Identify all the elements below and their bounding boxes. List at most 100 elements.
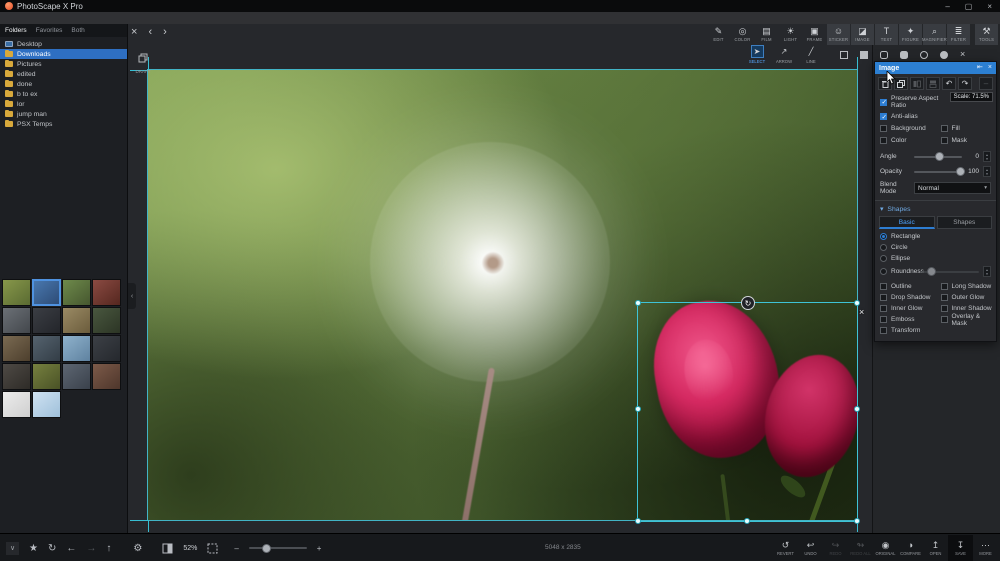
roundness-stepper[interactable]: ▴▾ xyxy=(983,266,991,277)
angle-stepper[interactable]: ▴▾ xyxy=(983,151,991,162)
effect-checkbox-row[interactable]: Inner Glow xyxy=(875,303,936,314)
zoom-out-icon[interactable]: – xyxy=(234,543,238,554)
folder-item[interactable]: Downloads xyxy=(0,49,127,59)
ellipse-filled-icon[interactable] xyxy=(940,51,948,59)
opacity-stepper[interactable]: ▴▾ xyxy=(983,166,991,177)
shape-option-ellipse[interactable]: Ellipse xyxy=(875,253,996,264)
thumbnail[interactable] xyxy=(62,307,91,334)
filter-tab[interactable]: ≣ FILTER xyxy=(947,24,970,45)
thumbnail[interactable] xyxy=(92,279,121,306)
arrow-tool[interactable]: ↗ ARROW xyxy=(774,45,794,64)
checkbox[interactable] xyxy=(880,327,887,334)
revert-button[interactable]: ↺ REVERT xyxy=(773,535,798,561)
close-subtoolbar-icon[interactable]: × xyxy=(960,50,965,59)
sticker-tab[interactable]: ☺ STICKER xyxy=(827,24,850,45)
thumbnail[interactable] xyxy=(2,335,31,362)
next-image-button[interactable]: › xyxy=(163,26,167,38)
effect-checkbox-row[interactable]: Long Shadow xyxy=(936,281,997,292)
zoom-slider[interactable] xyxy=(249,547,307,549)
thumbnail[interactable] xyxy=(92,335,121,362)
delete-object-icon[interactable]: × xyxy=(859,307,864,317)
thumbnail[interactable] xyxy=(92,307,121,334)
toggle-row[interactable]: Color xyxy=(875,134,936,146)
thumbnail[interactable] xyxy=(32,307,61,334)
redo-all-button[interactable]: ↬ REDO ALL xyxy=(848,535,873,561)
folder-item[interactable]: edited xyxy=(0,69,127,79)
folder-item[interactable]: lor xyxy=(0,99,127,109)
object-selection-box[interactable]: ↻ × xyxy=(637,302,858,522)
radio[interactable] xyxy=(880,255,887,262)
sidebar-tab[interactable]: Favorites xyxy=(36,27,63,34)
resize-handle[interactable] xyxy=(635,300,641,306)
undo-button[interactable]: ↩ UNDO xyxy=(798,535,823,561)
forward-icon[interactable]: → xyxy=(86,543,96,554)
fit-screen-icon[interactable] xyxy=(207,543,218,554)
thumbnail[interactable] xyxy=(32,335,61,362)
save-button[interactable]: ↧ SAVE xyxy=(948,535,973,561)
radio-selected[interactable] xyxy=(880,233,887,240)
effect-checkbox-row[interactable]: Drop Shadow xyxy=(875,292,936,303)
checkbox[interactable] xyxy=(941,294,948,301)
back-icon[interactable]: ← xyxy=(66,543,76,554)
resize-handle[interactable] xyxy=(635,518,641,524)
image-tab[interactable]: ◪ IMAGE xyxy=(851,24,874,45)
thumbnail[interactable] xyxy=(92,363,121,390)
rounded-rect-filled-icon[interactable] xyxy=(900,51,908,59)
thumbnail[interactable] xyxy=(62,363,91,390)
preserve-aspect-ratio-row[interactable]: Preserve Aspect Ratio xyxy=(875,93,957,111)
sidebar-tab[interactable]: Both xyxy=(71,27,84,34)
checkbox[interactable] xyxy=(941,125,948,132)
sidebar-tab[interactable]: Folders xyxy=(5,27,27,34)
panel-close-icon[interactable]: × xyxy=(988,64,992,72)
up-icon[interactable]: ↑ xyxy=(106,543,111,554)
edit-tab[interactable]: ✎ EDIT xyxy=(707,24,730,45)
shapes-section-header[interactable]: ▾ Shapes xyxy=(875,200,996,215)
film-tab[interactable]: ▤ FILM xyxy=(755,24,778,45)
thumbnail[interactable] xyxy=(2,279,31,306)
close-image-button[interactable]: × xyxy=(131,26,137,38)
previous-image-button[interactable]: ‹ xyxy=(148,26,152,38)
pin-icon[interactable]: ⇤ xyxy=(977,64,983,72)
thumbnail[interactable] xyxy=(32,279,61,306)
effect-checkbox-row[interactable]: Emboss xyxy=(875,314,936,325)
toggle-row[interactable]: Background xyxy=(875,122,936,134)
ellipse-outline-icon[interactable] xyxy=(920,51,928,59)
rotate-handle[interactable]: ↻ xyxy=(741,296,755,310)
shape-option-circle[interactable]: Circle xyxy=(875,242,996,253)
effect-checkbox-row[interactable]: Transform xyxy=(875,325,936,336)
resize-handle[interactable] xyxy=(854,518,860,524)
checkbox[interactable] xyxy=(941,316,948,323)
folder-item[interactable]: done xyxy=(0,79,127,89)
thumbnail[interactable] xyxy=(62,335,91,362)
open-button[interactable]: ↥ OPEN xyxy=(923,535,948,561)
checkbox[interactable] xyxy=(880,283,887,290)
tools-tab[interactable]: ⚒ TOOLS xyxy=(975,24,998,45)
thumbnail[interactable] xyxy=(32,391,61,418)
frame-tab[interactable]: ▣ FRAME xyxy=(803,24,826,45)
draft-button[interactable]: DRAFT xyxy=(133,50,153,74)
shape-option-roundness[interactable]: Roundness ▴▾ xyxy=(875,264,996,279)
resize-handle[interactable] xyxy=(635,406,641,412)
checkbox-checked[interactable] xyxy=(880,113,887,120)
thumbnail[interactable] xyxy=(2,307,31,334)
rotate-right-button[interactable]: ↷ xyxy=(958,77,972,90)
effect-checkbox-row[interactable]: Outer Glow xyxy=(936,292,997,303)
line-tool[interactable]: ╱ LINE xyxy=(801,45,821,64)
checkbox[interactable] xyxy=(880,305,887,312)
resize-handle[interactable] xyxy=(744,518,750,524)
zoom-in-icon[interactable]: + xyxy=(317,543,322,554)
close-button[interactable]: × xyxy=(987,2,992,11)
text-tab[interactable]: T TEXT xyxy=(875,24,898,45)
checkbox[interactable] xyxy=(880,294,887,301)
radio[interactable] xyxy=(880,244,887,251)
rounded-rect-outline-icon[interactable] xyxy=(880,51,888,59)
thumbnail[interactable] xyxy=(2,391,31,418)
page-preview-icon[interactable] xyxy=(162,543,173,554)
rect-outline-icon[interactable] xyxy=(840,51,848,59)
checkbox[interactable] xyxy=(880,137,887,144)
effect-checkbox-row[interactable]: Outline xyxy=(875,281,936,292)
folder-item[interactable]: jump man xyxy=(0,109,127,119)
folder-item[interactable]: Pictures xyxy=(0,59,127,69)
resize-handle[interactable] xyxy=(854,406,860,412)
refresh-icon[interactable]: ↻ xyxy=(48,543,56,554)
